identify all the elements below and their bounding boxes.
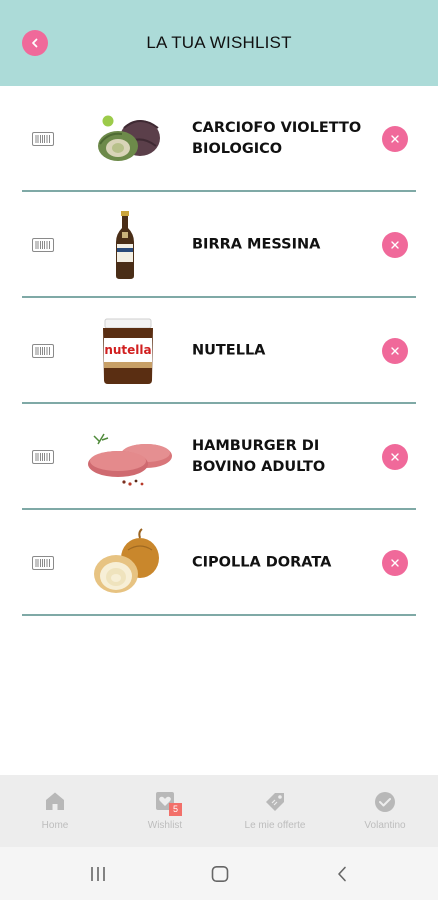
nav-item-wishlist[interactable]: 5 Wishlist: [110, 775, 220, 847]
home-icon: [46, 792, 64, 810]
hamburger-patties-image: [88, 433, 172, 486]
nutella-label: nutella: [104, 343, 151, 357]
artichoke-image: [98, 115, 160, 161]
tag-icon: [266, 793, 284, 811]
list-item: CIPOLLA DORATA: [0, 510, 438, 616]
beer-bottle-image: [116, 211, 134, 279]
nav-item-offers[interactable]: Le mie offerte: [220, 775, 330, 847]
nav-label: Home: [41, 820, 69, 831]
list-item: HAMBURGER DI BOVINO ADULTO: [0, 404, 438, 510]
recent-apps-icon[interactable]: [89, 866, 107, 882]
remove-button[interactable]: [382, 338, 408, 364]
close-icon: [391, 135, 399, 143]
nav-item-volantino[interactable]: Volantino: [330, 775, 438, 847]
nutella-jar-image: nutella: [103, 318, 153, 384]
system-navigation-bar: [0, 847, 438, 900]
nav-label: Wishlist: [147, 820, 183, 831]
product-name: BIRRA MESSINA: [192, 236, 321, 253]
back-chevron-icon[interactable]: [336, 866, 348, 882]
barcode-icon[interactable]: [32, 556, 54, 570]
check-circle-icon: [375, 792, 395, 812]
product-name: NUTELLA: [192, 342, 266, 359]
remove-button[interactable]: [382, 444, 408, 470]
nav-label: Le mie offerte: [244, 820, 306, 831]
barcode-icon[interactable]: [32, 238, 54, 252]
app-header: LA TUA WISHLIST: [0, 0, 438, 86]
close-icon: [391, 453, 399, 461]
remove-button[interactable]: [382, 232, 408, 258]
nav-label: Volantino: [364, 820, 406, 831]
list-item: BIRRA MESSINA: [0, 192, 438, 298]
home-circle-icon[interactable]: [211, 866, 229, 882]
remove-button[interactable]: [382, 550, 408, 576]
page-title: LA TUA WISHLIST: [146, 33, 292, 52]
close-icon: [391, 347, 399, 355]
list-item: nutella NUTELLA: [0, 298, 438, 404]
onion-image: [94, 528, 159, 593]
product-name: HAMBURGER DI BOVINO ADULTO: [192, 438, 326, 475]
close-icon: [391, 241, 399, 249]
barcode-icon[interactable]: [32, 450, 54, 464]
nav-item-home[interactable]: Home: [0, 775, 110, 847]
product-name: CARCIOFO VIOLETTO BIOLOGICO: [192, 120, 362, 157]
bottom-navigation: Home 5 Wishlist Le mie offerte Volantino: [0, 775, 438, 847]
wishlist-count-badge: 5: [169, 803, 182, 816]
product-name: CIPOLLA DORATA: [192, 554, 332, 571]
barcode-icon[interactable]: [32, 344, 54, 358]
divider: [22, 614, 416, 616]
barcode-icon[interactable]: [32, 132, 54, 146]
list-item: CARCIOFO VIOLETTO BIOLOGICO: [0, 86, 438, 192]
remove-button[interactable]: [382, 126, 408, 152]
wishlist-list: CARCIOFO VIOLETTO BIOLOGICO BIRRA MESSIN…: [0, 86, 438, 616]
close-icon: [391, 559, 399, 567]
